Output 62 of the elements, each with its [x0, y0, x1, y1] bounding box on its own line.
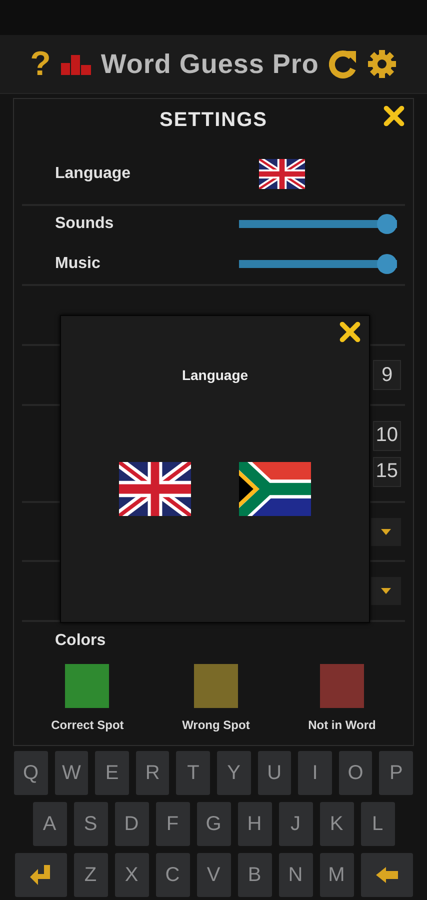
letter-key[interactable]: I — [298, 751, 332, 795]
close-icon[interactable] — [339, 321, 361, 343]
letter-key[interactable]: A — [32, 802, 66, 846]
swatch-label: Not in Word — [308, 718, 376, 732]
swatch-label: Wrong Spot — [182, 718, 250, 732]
refresh-icon[interactable] — [328, 49, 357, 79]
letter-key[interactable]: O — [338, 751, 372, 795]
colors-label: Colors — [54, 632, 107, 650]
letter-key[interactable]: L — [360, 802, 394, 846]
letter-key[interactable]: P — [379, 751, 413, 795]
uk-flag-icon — [258, 159, 305, 189]
enter-key[interactable] — [14, 853, 66, 897]
letter-key[interactable]: U — [258, 751, 292, 795]
number-field[interactable]: 9 — [373, 360, 401, 390]
letter-key[interactable]: T — [176, 751, 210, 795]
dropdown-button[interactable] — [371, 518, 401, 546]
close-icon[interactable] — [383, 105, 405, 127]
uk-flag-icon — [119, 462, 191, 516]
letter-key[interactable]: X — [114, 853, 148, 897]
settings-title: SETTINGS — [158, 108, 268, 133]
letter-key[interactable]: G — [196, 802, 230, 846]
dropdown-button[interactable] — [371, 577, 401, 605]
letter-key[interactable]: V — [196, 853, 230, 897]
slider-thumb[interactable] — [377, 254, 397, 274]
letter-key[interactable]: B — [238, 853, 272, 897]
number-field[interactable]: 10 — [372, 420, 401, 450]
letter-key[interactable]: Q — [14, 751, 48, 795]
letter-key[interactable]: M — [320, 853, 354, 897]
letter-key[interactable]: D — [114, 802, 148, 846]
slider-thumb[interactable] — [377, 214, 397, 234]
volume-slider[interactable] — [239, 214, 397, 234]
color-swatch[interactable] — [194, 664, 238, 708]
setting-label: Music — [55, 255, 100, 273]
app-title: Word Guess Pro — [100, 48, 319, 80]
color-swatch[interactable] — [65, 664, 110, 708]
letter-key[interactable]: N — [278, 853, 312, 897]
letter-key[interactable]: C — [156, 853, 190, 897]
number-field[interactable]: 15 — [372, 456, 401, 486]
letter-key[interactable]: S — [74, 802, 108, 846]
letter-key[interactable]: J — [278, 802, 312, 846]
letter-key[interactable]: F — [156, 802, 190, 846]
letter-key[interactable]: R — [136, 751, 170, 795]
color-swatch[interactable] — [320, 664, 364, 708]
settings-icon[interactable] — [366, 49, 397, 79]
bar-chart-icon[interactable] — [60, 53, 91, 75]
letter-key[interactable]: Y — [217, 751, 251, 795]
letter-key[interactable]: H — [238, 802, 272, 846]
dialog-title: Language — [182, 367, 248, 383]
language-label: Language — [55, 165, 131, 183]
letter-key[interactable]: W — [54, 751, 88, 795]
letter-key[interactable]: Z — [74, 853, 108, 897]
setting-label: Sounds — [55, 215, 114, 233]
caret-icon — [381, 588, 391, 594]
swatch-label: Correct Spot — [51, 718, 124, 732]
caret-icon — [381, 528, 391, 534]
help-button[interactable]: ? — [30, 47, 51, 81]
backspace-key[interactable] — [360, 853, 412, 897]
letter-key[interactable]: E — [95, 751, 129, 795]
south-africa-flag-icon — [239, 462, 311, 516]
volume-slider[interactable] — [239, 254, 397, 274]
left-arrow-icon — [374, 866, 398, 884]
letter-key[interactable]: K — [320, 802, 354, 846]
